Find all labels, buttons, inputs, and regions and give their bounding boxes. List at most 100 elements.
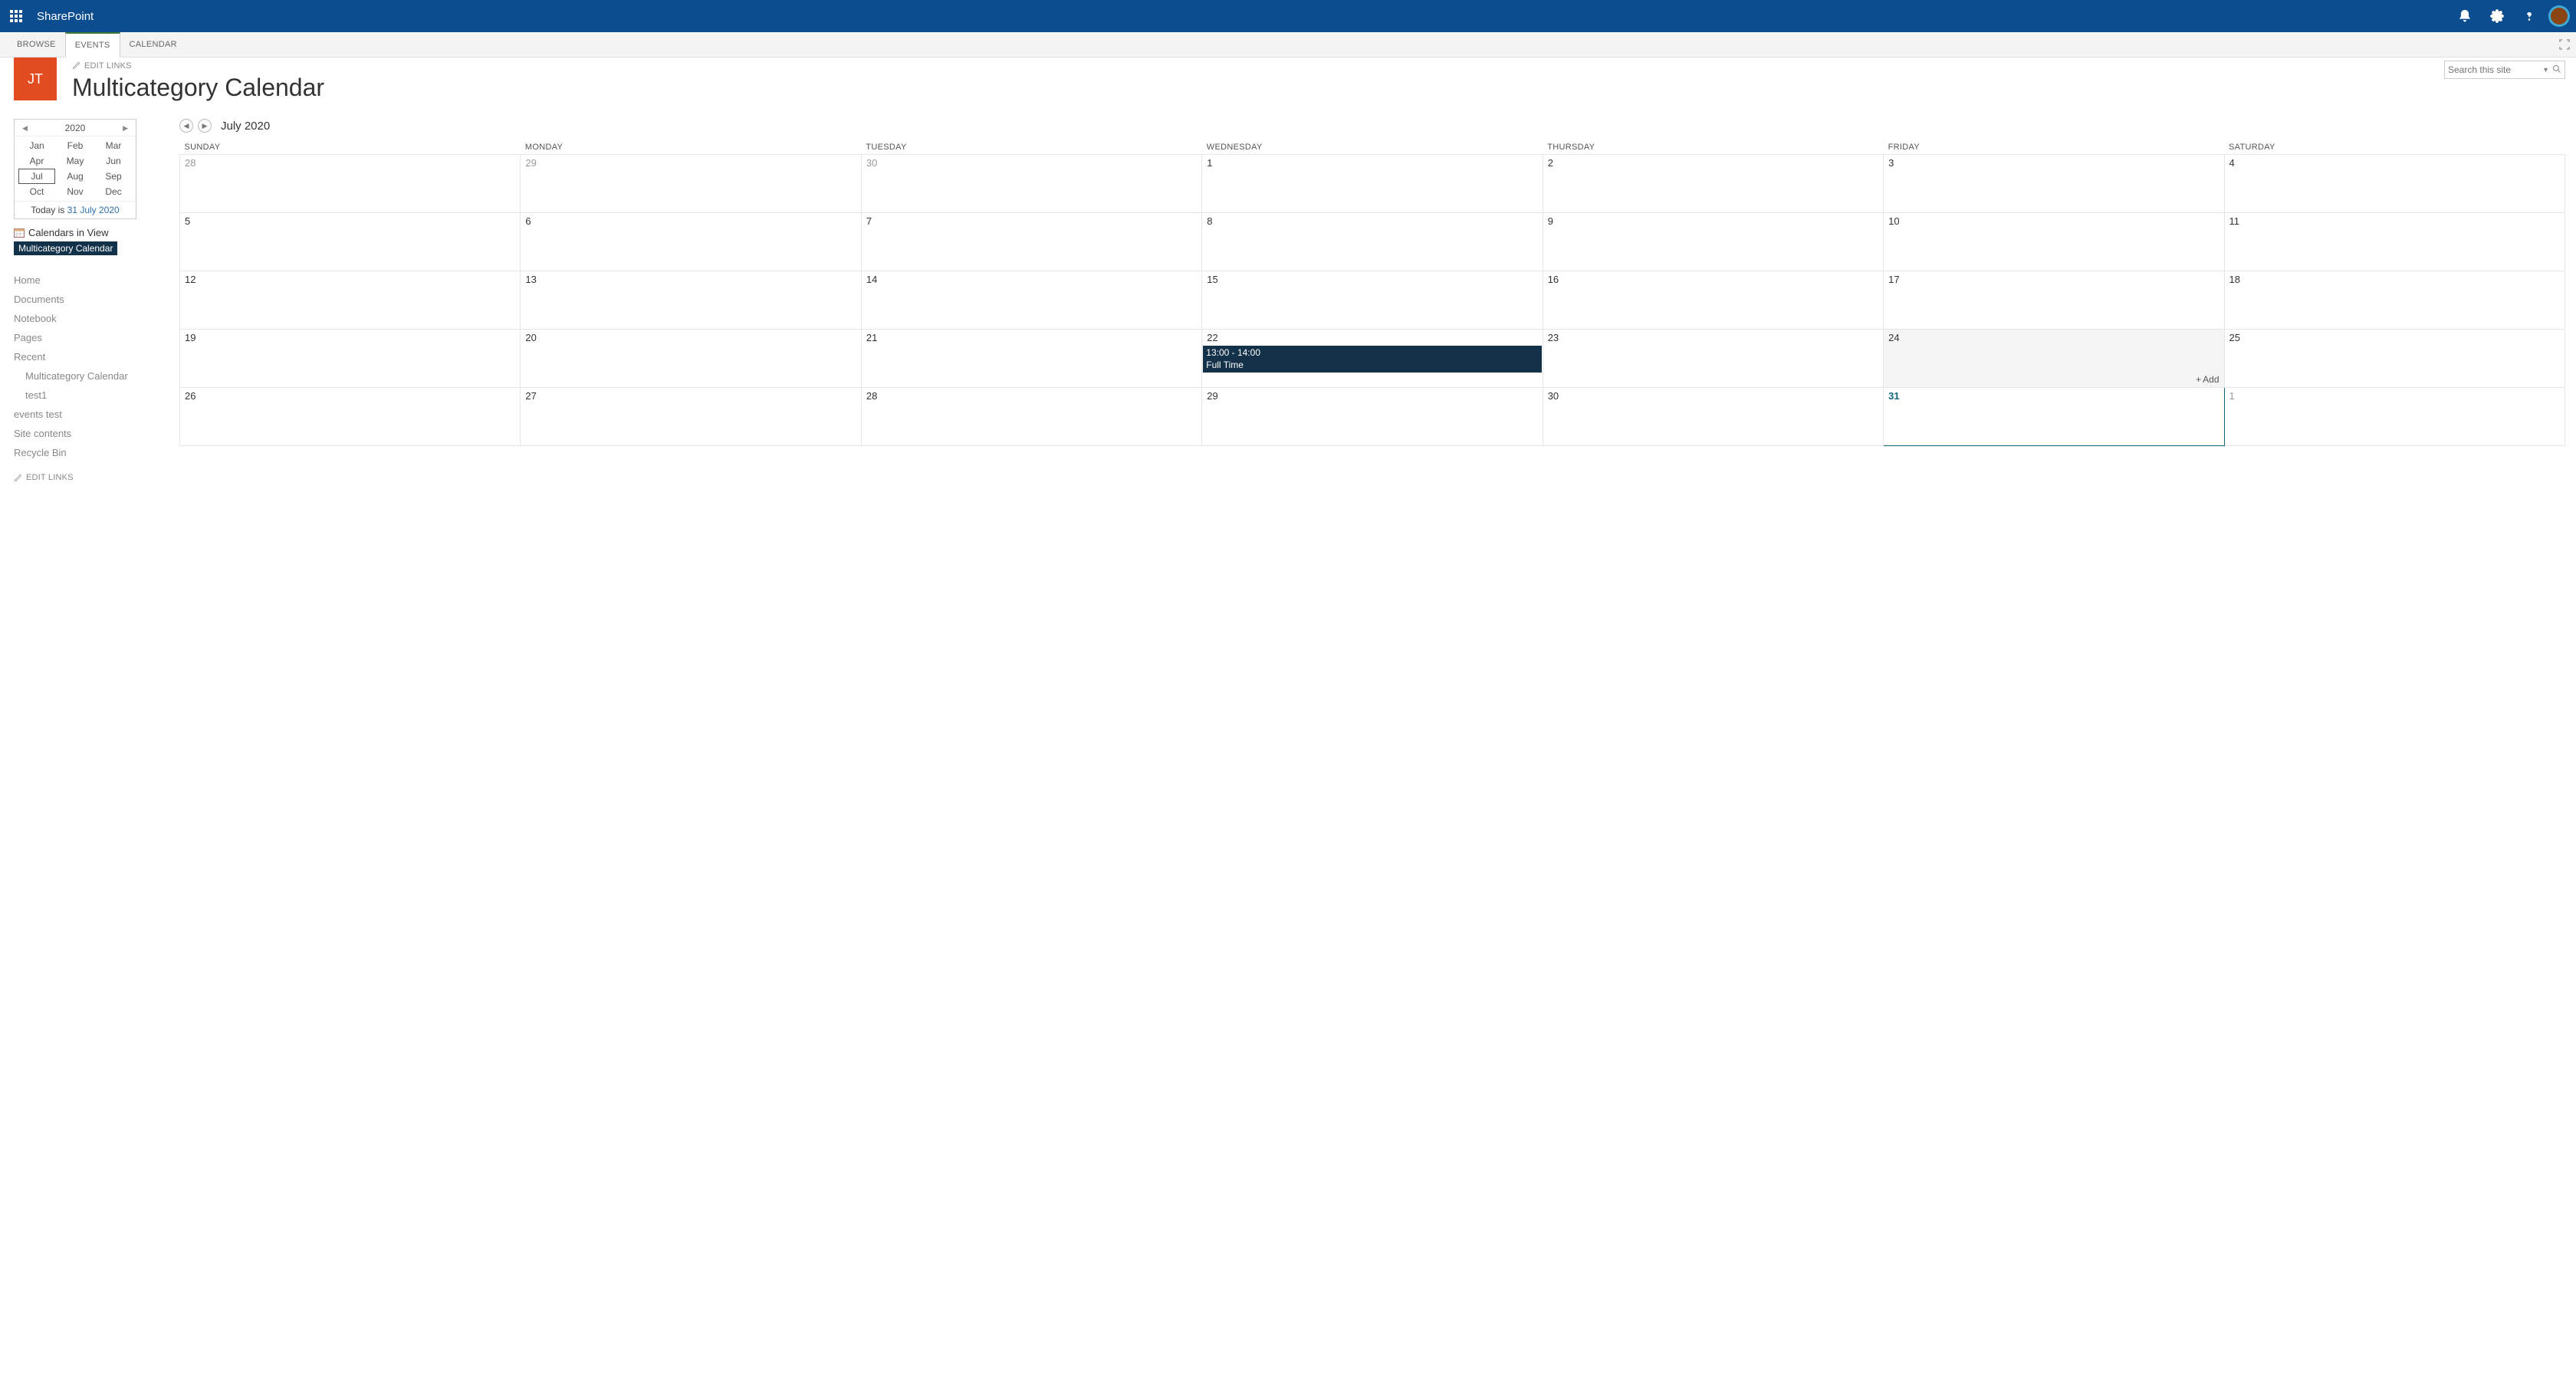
quick-launch-item[interactable]: events test bbox=[14, 405, 159, 424]
quick-launch-item[interactable]: Home bbox=[14, 271, 159, 290]
search-icon[interactable] bbox=[2552, 64, 2561, 76]
calendar-cell[interactable]: 28 bbox=[180, 155, 521, 213]
ribbon-tab-browse[interactable]: BROWSE bbox=[8, 32, 65, 57]
calendar-daynum[interactable]: 16 bbox=[1543, 271, 1883, 287]
calendar-cell[interactable]: 20 bbox=[521, 330, 861, 388]
calendar-daynum[interactable]: 26 bbox=[180, 388, 520, 404]
edit-links-bottom[interactable]: EDIT LINKS bbox=[14, 473, 74, 482]
mini-cal-prev[interactable]: ◀ bbox=[22, 124, 28, 133]
calendar-cell[interactable]: 10 bbox=[1884, 213, 2224, 271]
calendar-daynum[interactable]: 31 bbox=[1884, 388, 2223, 404]
calendar-daynum[interactable]: 29 bbox=[1202, 388, 1542, 404]
calendar-daynum[interactable]: 24 bbox=[1884, 330, 2223, 346]
calendar-daynum[interactable]: 8 bbox=[1202, 213, 1542, 229]
user-avatar[interactable] bbox=[2548, 5, 2570, 27]
mini-month-dec[interactable]: Dec bbox=[95, 184, 132, 199]
quick-launch-link[interactable]: events test bbox=[14, 409, 62, 420]
ribbon-tab-events[interactable]: EVENTS bbox=[65, 32, 120, 57]
help-icon[interactable] bbox=[2513, 0, 2545, 32]
mini-month-apr[interactable]: Apr bbox=[18, 153, 55, 169]
site-logo[interactable]: JT bbox=[14, 57, 57, 100]
quick-launch-link[interactable]: Home bbox=[14, 274, 41, 286]
quick-launch-link[interactable]: Pages bbox=[14, 332, 42, 343]
calendar-daynum[interactable]: 28 bbox=[180, 155, 520, 171]
calendar-cell[interactable]: 15 bbox=[1202, 271, 1543, 330]
quick-launch-item[interactable]: test1 bbox=[14, 386, 159, 405]
quick-launch-item[interactable]: Pages bbox=[14, 328, 159, 347]
calendar-cell[interactable]: 31 bbox=[1884, 388, 2224, 446]
calendar-cell[interactable]: 7 bbox=[861, 213, 1201, 271]
search-scope-dropdown[interactable]: ▼ bbox=[2542, 66, 2549, 74]
quick-launch-item[interactable]: Site contents bbox=[14, 424, 159, 443]
quick-launch-link[interactable]: Recycle Bin bbox=[14, 447, 67, 458]
notifications-icon[interactable] bbox=[2449, 0, 2481, 32]
calendar-daynum[interactable]: 20 bbox=[521, 330, 860, 346]
mini-cal-next[interactable]: ▶ bbox=[123, 124, 128, 133]
calendar-cell[interactable]: 3 bbox=[1884, 155, 2224, 213]
suite-title[interactable]: SharePoint bbox=[37, 10, 94, 23]
calendar-cell[interactable]: 23 bbox=[1543, 330, 1883, 388]
mini-month-jan[interactable]: Jan bbox=[18, 138, 55, 153]
calendar-cell[interactable]: 9 bbox=[1543, 213, 1883, 271]
calendar-cell[interactable]: 29 bbox=[521, 155, 861, 213]
calendar-cell[interactable]: 24 + Add bbox=[1884, 330, 2224, 388]
quick-launch-item[interactable]: Recent bbox=[14, 347, 159, 366]
quick-launch-link[interactable]: Notebook bbox=[14, 313, 57, 324]
mini-month-may[interactable]: May bbox=[57, 153, 94, 169]
calendar-cell[interactable]: 13 bbox=[521, 271, 861, 330]
calendar-daynum[interactable]: 30 bbox=[862, 155, 1201, 171]
calendar-cell[interactable]: 6 bbox=[521, 213, 861, 271]
calendar-daynum[interactable]: 13 bbox=[521, 271, 860, 287]
calendar-daynum[interactable]: 22 bbox=[1202, 330, 1542, 346]
calendar-cell[interactable]: 2213:00 - 14:00Full Time bbox=[1202, 330, 1543, 388]
calendar-add-link[interactable]: + Add bbox=[2196, 374, 2219, 385]
calendar-cell[interactable]: 1 bbox=[1202, 155, 1543, 213]
calendar-cell[interactable]: 8 bbox=[1202, 213, 1543, 271]
calendar-cell[interactable]: 4 bbox=[2224, 155, 2564, 213]
calendar-cell[interactable]: 5 bbox=[180, 213, 521, 271]
calendar-daynum[interactable]: 2 bbox=[1543, 155, 1883, 171]
calendar-daynum[interactable]: 1 bbox=[2225, 388, 2564, 404]
calendar-cell[interactable]: 17 bbox=[1884, 271, 2224, 330]
calendar-cell[interactable]: 19 bbox=[180, 330, 521, 388]
calendar-daynum[interactable]: 14 bbox=[862, 271, 1201, 287]
calendar-daynum[interactable]: 28 bbox=[862, 388, 1201, 404]
calendar-cell[interactable]: 25 bbox=[2224, 330, 2564, 388]
mini-month-nov[interactable]: Nov bbox=[57, 184, 94, 199]
mini-month-aug[interactable]: Aug bbox=[57, 169, 94, 184]
calendar-daynum[interactable]: 10 bbox=[1884, 213, 2223, 229]
mini-month-jun[interactable]: Jun bbox=[95, 153, 132, 169]
settings-icon[interactable] bbox=[2481, 0, 2513, 32]
quick-launch-link[interactable]: test1 bbox=[25, 389, 47, 401]
calendar-daynum[interactable]: 18 bbox=[2225, 271, 2564, 287]
quick-launch-link[interactable]: Documents bbox=[14, 294, 64, 305]
app-launcher-button[interactable] bbox=[0, 0, 32, 32]
calendar-daynum[interactable]: 30 bbox=[1543, 388, 1883, 404]
calendar-daynum[interactable]: 5 bbox=[180, 213, 520, 229]
calendar-daynum[interactable]: 19 bbox=[180, 330, 520, 346]
calendar-daynum[interactable]: 12 bbox=[180, 271, 520, 287]
edit-links-top[interactable]: EDIT LINKS bbox=[72, 61, 132, 71]
calendar-overlay-item[interactable]: Multicategory Calendar bbox=[14, 241, 117, 255]
calendar-daynum[interactable]: 25 bbox=[2225, 330, 2564, 346]
search-box[interactable]: ▼ bbox=[2444, 61, 2565, 79]
quick-launch-item[interactable]: Notebook bbox=[14, 309, 159, 328]
focus-content-button[interactable] bbox=[2553, 32, 2576, 57]
calendar-next-button[interactable]: ▶ bbox=[198, 119, 212, 133]
calendar-daynum[interactable]: 6 bbox=[521, 213, 860, 229]
calendar-daynum[interactable]: 21 bbox=[862, 330, 1201, 346]
calendar-daynum[interactable]: 4 bbox=[2225, 155, 2564, 171]
quick-launch-item[interactable]: Multicategory Calendar bbox=[14, 366, 159, 386]
mini-month-sep[interactable]: Sep bbox=[95, 169, 132, 184]
mini-cal-year[interactable]: 2020 bbox=[65, 123, 86, 133]
calendar-cell[interactable]: 27 bbox=[521, 388, 861, 446]
calendar-cell[interactable]: 28 bbox=[861, 388, 1201, 446]
mini-cal-today-link[interactable]: 31 July 2020 bbox=[67, 205, 120, 215]
calendar-daynum[interactable]: 3 bbox=[1884, 155, 2223, 171]
calendar-cell[interactable]: 18 bbox=[2224, 271, 2564, 330]
calendar-cell[interactable]: 11 bbox=[2224, 213, 2564, 271]
quick-launch-link[interactable]: Multicategory Calendar bbox=[25, 370, 128, 382]
calendar-event[interactable]: 13:00 - 14:00Full Time bbox=[1203, 346, 1541, 373]
calendar-daynum[interactable]: 9 bbox=[1543, 213, 1883, 229]
calendar-cell[interactable]: 26 bbox=[180, 388, 521, 446]
